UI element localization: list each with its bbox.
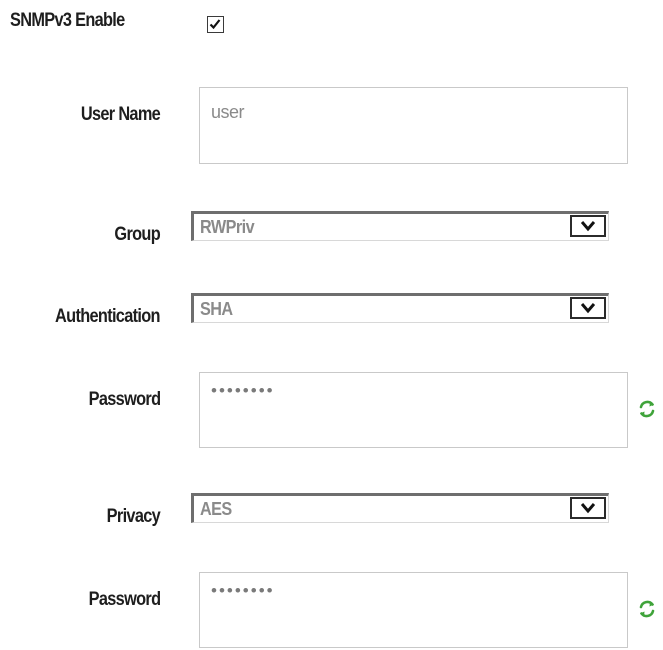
authentication-password-label: Password (88, 389, 160, 410)
checkmark-icon (209, 19, 221, 30)
authentication-select[interactable]: SHA (191, 293, 609, 323)
privacy-label: Privacy (106, 506, 161, 527)
privacy-select[interactable]: AES (191, 493, 609, 523)
authentication-password-field[interactable]: •••••••• (199, 372, 628, 448)
user-name-value: user (211, 102, 245, 122)
privacy-password-field[interactable]: •••••••• (199, 572, 628, 648)
privacy-password-mask: •••••••• (211, 581, 275, 600)
snmpv3-enable-label: SNMPv3 Enable (10, 10, 125, 31)
privacy-dropdown-button[interactable] (570, 497, 606, 519)
snmpv3-enable-checkbox[interactable] (207, 16, 224, 33)
refresh-icon[interactable] (637, 598, 657, 620)
user-name-label: User Name (80, 104, 161, 125)
user-name-field[interactable]: user (199, 87, 628, 164)
chevron-down-icon (581, 503, 595, 514)
authentication-selected-value: SHA (200, 299, 233, 319)
chevron-down-icon (581, 303, 595, 314)
privacy-selected-value: AES (200, 499, 232, 519)
group-label: Group (114, 224, 160, 245)
chevron-down-icon (581, 221, 595, 232)
group-selected-value: RWPriv (200, 217, 255, 237)
refresh-icon[interactable] (637, 398, 657, 420)
privacy-password-label: Password (88, 589, 160, 610)
group-dropdown-button[interactable] (570, 215, 606, 237)
authentication-label: Authentication (55, 306, 160, 327)
authentication-dropdown-button[interactable] (570, 297, 606, 319)
authentication-password-mask: •••••••• (211, 381, 275, 400)
group-select[interactable]: RWPriv (191, 211, 609, 241)
